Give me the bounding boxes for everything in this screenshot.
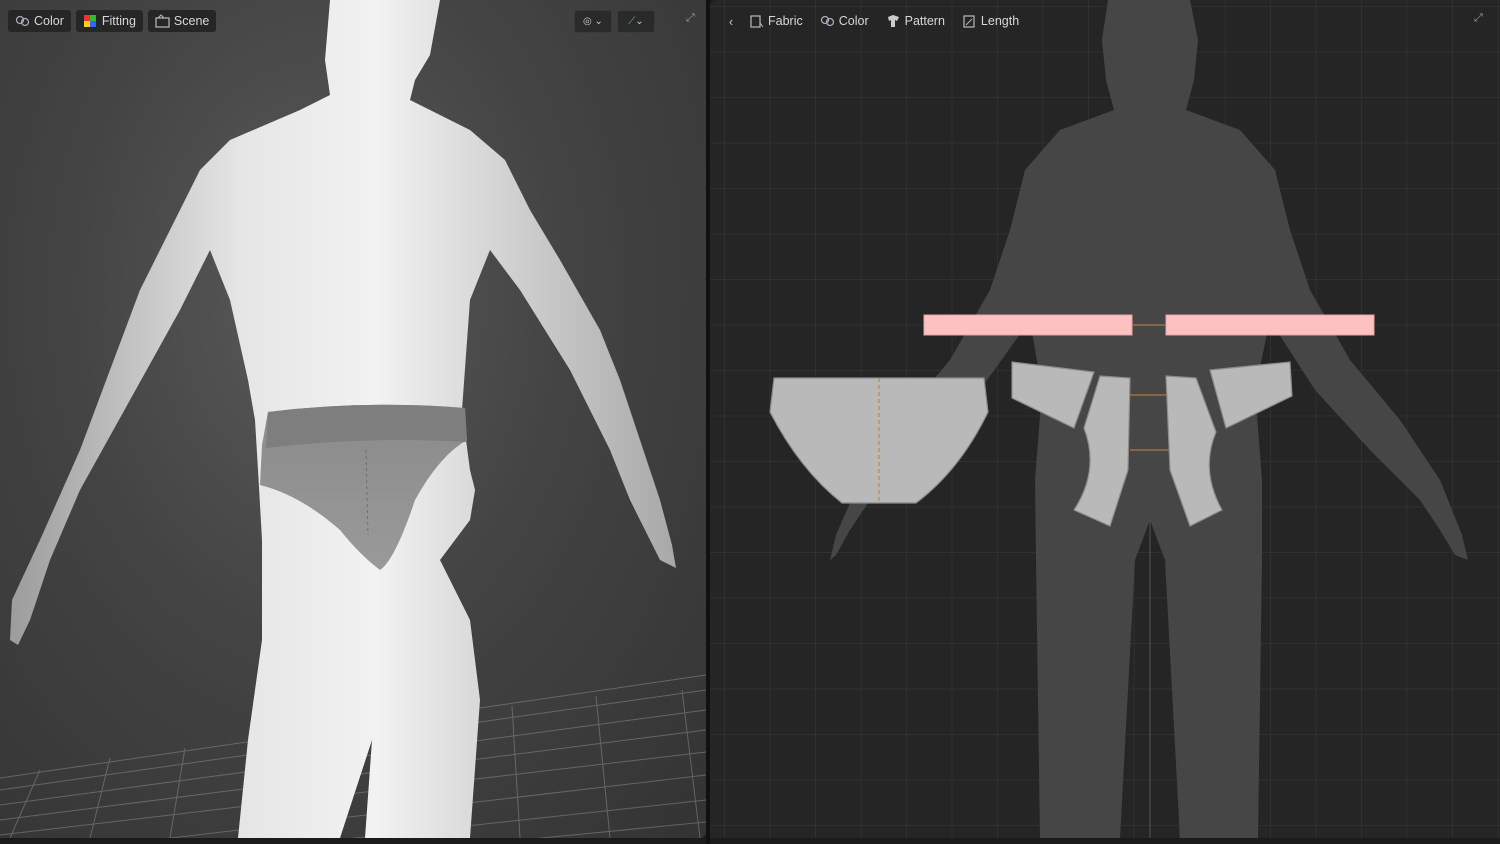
measure-tool-dropdown[interactable]: ⟋ ⌄ — [617, 10, 655, 33]
scene-tool-button[interactable]: Scene — [147, 10, 217, 32]
chevron-down-icon: ⌄ — [635, 16, 644, 27]
fitting-tool-button[interactable]: Fitting — [75, 10, 143, 32]
fabric-tool-button[interactable]: Fabric — [743, 10, 809, 32]
garment-toolbar: Color Fitting Scene — [8, 10, 217, 32]
3d-scene — [0, 0, 706, 838]
pattern-tool-label: Pattern — [904, 14, 945, 28]
waistband-piece-left — [923, 314, 1133, 336]
color-tool-button-2d[interactable]: Color — [814, 10, 875, 32]
pattern-canvas — [769, 0, 1468, 838]
fabric-color-icon — [15, 14, 30, 29]
length-tool-label: Length — [980, 14, 1020, 28]
fitting-palette-icon — [83, 14, 98, 29]
color-tool-button[interactable]: Color — [8, 10, 71, 32]
color-tool-label-2d: Color — [838, 14, 869, 28]
render-mode-dropdown[interactable]: ◎ ⌄ — [574, 10, 612, 33]
3d-viewport[interactable]: Color Fitting Scene ◎ ⌄ ⟋ ⌄ ⤢ — [0, 0, 706, 838]
2d-pattern-viewport[interactable]: ‹ Fabric Color Pattern Length ⤢ — [710, 0, 1500, 838]
back-chevron-icon[interactable]: ‹ — [724, 10, 738, 32]
length-icon — [962, 14, 977, 29]
expand-3d-icon[interactable]: ⤢ — [686, 12, 698, 24]
expand-2d-icon[interactable]: ⤢ — [1474, 12, 1486, 24]
scene-icon — [155, 13, 170, 29]
color-icon — [820, 14, 835, 29]
fabric-icon — [749, 14, 764, 29]
render-mode-icon: ◎ ⌄ — [583, 16, 603, 27]
pattern-icon — [886, 14, 901, 29]
pattern-toolbar: ‹ Fabric Color Pattern Length — [724, 10, 1025, 32]
pattern-tool-button[interactable]: Pattern — [880, 10, 951, 32]
waistband-piece-right — [1165, 314, 1375, 336]
measure-icon: ⟋ — [628, 16, 636, 27]
fitting-tool-label: Fitting — [101, 14, 136, 28]
length-tool-button[interactable]: Length — [956, 10, 1025, 32]
fabric-tool-label: Fabric — [768, 14, 803, 28]
color-tool-label: Color — [34, 14, 64, 28]
scene-tool-label: Scene — [173, 14, 210, 28]
viewport-display-controls: ◎ ⌄ ⟋ ⌄ — [574, 10, 655, 33]
